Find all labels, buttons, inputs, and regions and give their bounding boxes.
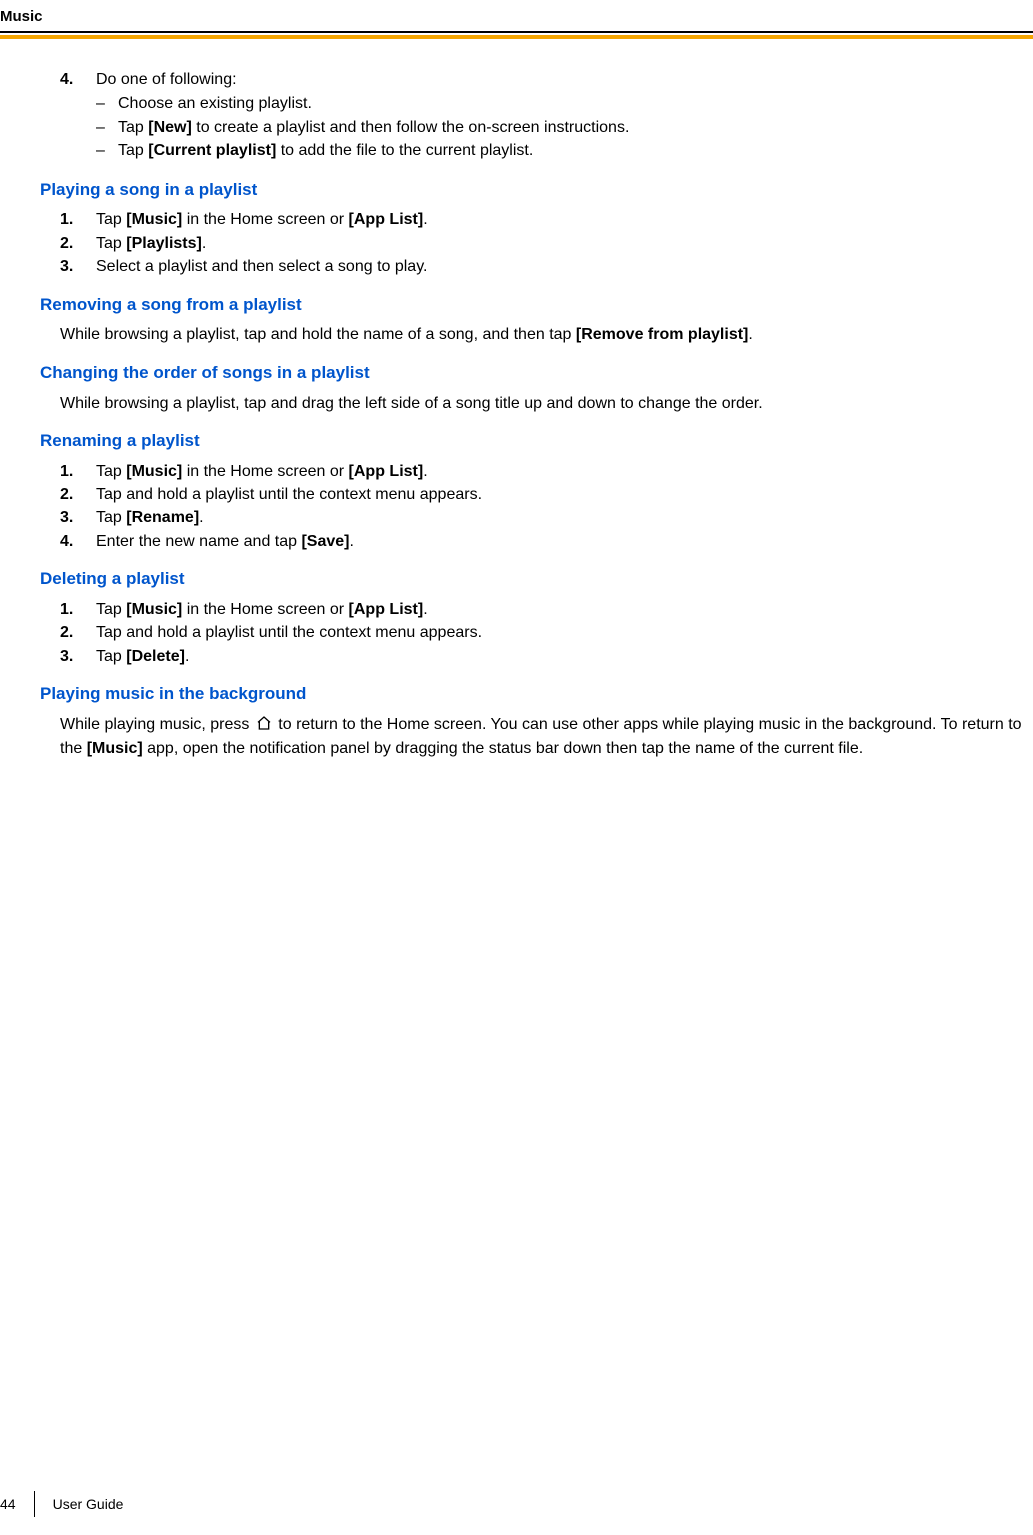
list-item: 2. Tap [Playlists]. (60, 233, 1033, 255)
header-rule-dark (0, 31, 1033, 33)
dash-marker: – (96, 140, 118, 162)
step4-sub-2: – Tap [New] to create a playlist and the… (96, 117, 629, 139)
heading-removing-song: Removing a song from a playlist (40, 293, 1033, 317)
item-text: Enter the new name and tap [Save]. (96, 531, 354, 553)
item-text: Tap [Music] in the Home screen or [App L… (96, 599, 428, 621)
list-item: 4. Enter the new name and tap [Save]. (60, 531, 1033, 553)
sub-text: Tap [Current playlist] to add the file t… (118, 140, 533, 162)
page-footer: 44 User Guide (0, 1491, 123, 1517)
step-marker: 4. (60, 531, 96, 553)
item-text: Tap and hold a playlist until the contex… (96, 622, 482, 644)
heading-changing-order: Changing the order of songs in a playlis… (40, 361, 1033, 385)
list-item: 2. Tap and hold a playlist until the con… (60, 484, 1033, 506)
list-item: 1. Tap [Music] in the Home screen or [Ap… (60, 599, 1033, 621)
dash-marker: – (96, 93, 118, 115)
step4-list: 4. Do one of following: – Choose an exis… (60, 69, 1033, 164)
dash-marker: – (96, 117, 118, 139)
page-number: 44 (0, 1496, 34, 1512)
header-rule-orange (0, 35, 1033, 39)
sec1-list: 1. Tap [Music] in the Home screen or [Ap… (60, 209, 1033, 278)
heading-renaming: Renaming a playlist (40, 429, 1033, 453)
heading-background: Playing music in the background (40, 682, 1033, 706)
list-item: 1. Tap [Music] in the Home screen or [Ap… (60, 461, 1033, 483)
list-item: 3. Select a playlist and then select a s… (60, 256, 1033, 278)
sec2-para: While browsing a playlist, tap and hold … (60, 324, 1033, 346)
item-text: Tap [Delete]. (96, 646, 189, 668)
home-icon (256, 715, 272, 738)
page: Music 4. Do one of following: – Choose a… (0, 0, 1033, 789)
sec4-list: 1. Tap [Music] in the Home screen or [Ap… (60, 461, 1033, 554)
step-marker: 3. (60, 646, 96, 668)
item-text: Select a playlist and then select a song… (96, 256, 427, 278)
step-marker: 1. (60, 209, 96, 231)
sec5-list: 1. Tap [Music] in the Home screen or [Ap… (60, 599, 1033, 668)
step4-sub-3: – Tap [Current playlist] to add the file… (96, 140, 629, 162)
footer-guide-label: User Guide (53, 1496, 124, 1512)
footer-divider (34, 1491, 35, 1517)
step-marker: 1. (60, 461, 96, 483)
step-marker: 2. (60, 233, 96, 255)
step-marker: 2. (60, 484, 96, 506)
step-marker: 3. (60, 507, 96, 529)
step4-text: Do one of following: (96, 71, 237, 88)
page-header-title: Music (0, 0, 1033, 31)
step4-body: Do one of following: – Choose an existin… (96, 69, 629, 164)
sub-text: Choose an existing playlist. (118, 93, 312, 115)
sec3-para: While browsing a playlist, tap and drag … (60, 393, 1033, 415)
list-item: 2. Tap and hold a playlist until the con… (60, 622, 1033, 644)
list-item: 3. Tap [Delete]. (60, 646, 1033, 668)
step-marker: 2. (60, 622, 96, 644)
step-marker: 1. (60, 599, 96, 621)
sub-text: Tap [New] to create a playlist and then … (118, 117, 629, 139)
list-item: 3. Tap [Rename]. (60, 507, 1033, 529)
item-text: Tap [Playlists]. (96, 233, 206, 255)
content-body: 4. Do one of following: – Choose an exis… (0, 69, 1033, 761)
heading-deleting: Deleting a playlist (40, 567, 1033, 591)
step4-sub-1: – Choose an existing playlist. (96, 93, 629, 115)
step-marker: 4. (60, 69, 96, 164)
step4-sublist: – Choose an existing playlist. – Tap [Ne… (96, 93, 629, 162)
item-text: Tap [Rename]. (96, 507, 204, 529)
item-text: Tap and hold a playlist until the contex… (96, 484, 482, 506)
sec6-para: While playing music, press to return to … (60, 714, 1033, 761)
item-text: Tap [Music] in the Home screen or [App L… (96, 209, 428, 231)
heading-playing-song: Playing a song in a playlist (40, 178, 1033, 202)
step4-item: 4. Do one of following: – Choose an exis… (60, 69, 1033, 164)
list-item: 1. Tap [Music] in the Home screen or [Ap… (60, 209, 1033, 231)
step-marker: 3. (60, 256, 96, 278)
item-text: Tap [Music] in the Home screen or [App L… (96, 461, 428, 483)
